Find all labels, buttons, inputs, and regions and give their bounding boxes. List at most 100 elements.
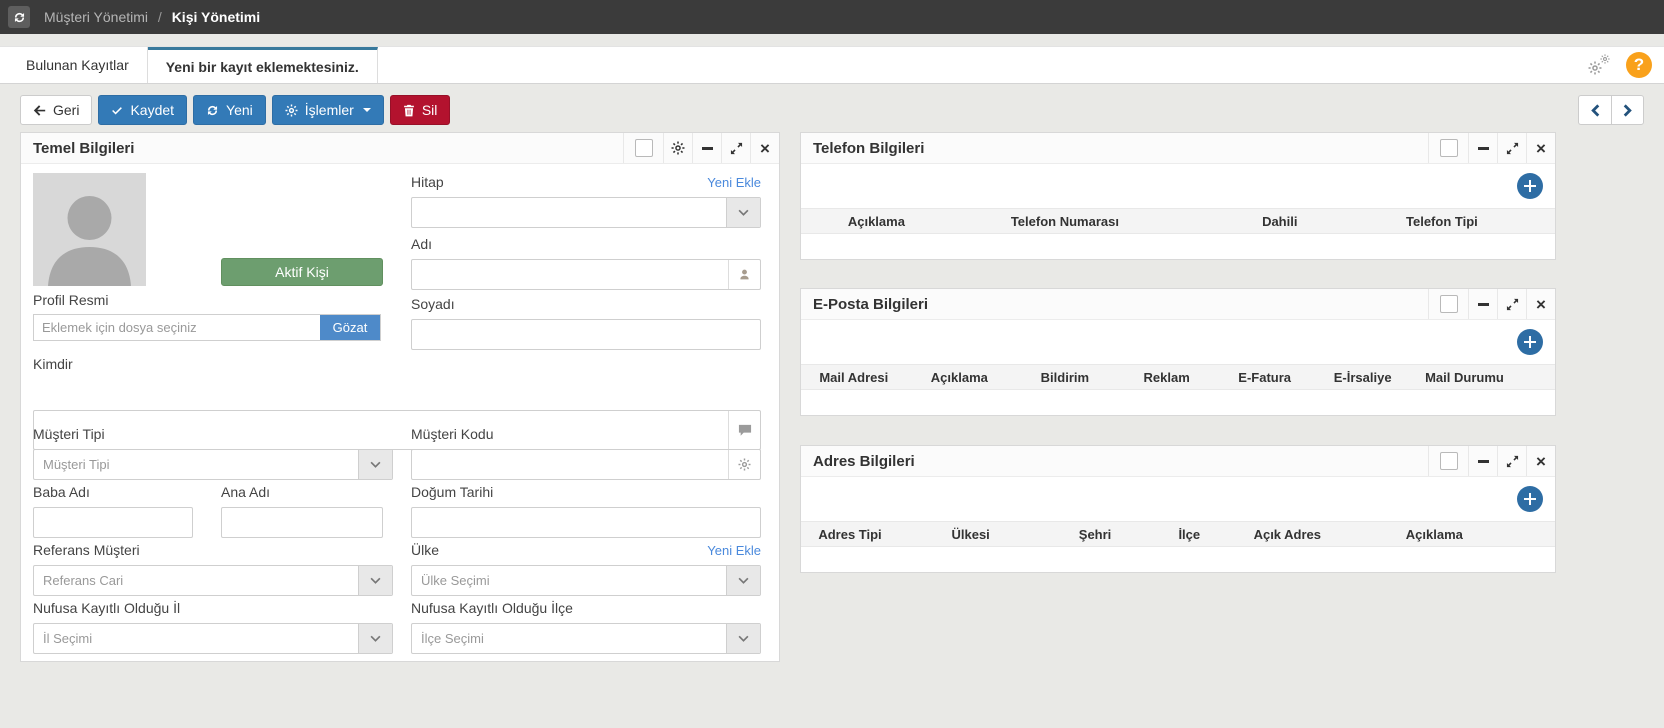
customer-type-field: Müşteri Tipi Müşteri Tipi: [33, 427, 393, 480]
panel-select-checkbox[interactable]: [1428, 133, 1468, 163]
column-header: Açıklama: [1344, 527, 1525, 542]
tab-new-record-label: Yeni bir kayıt eklemektesiniz.: [166, 59, 359, 75]
previous-record-button[interactable]: [1578, 95, 1611, 125]
mother-name-field: Ana Adı: [221, 485, 383, 538]
customer-type-placeholder: Müşteri Tipi: [34, 457, 109, 472]
delete-button[interactable]: Sil: [390, 95, 451, 125]
province-placeholder: İl Seçimi: [34, 631, 92, 646]
toolbar: Geri Kaydet Yeni İşlemler Sil: [20, 95, 450, 125]
reference-customer-label: Referans Müşteri: [33, 543, 393, 558]
active-person-button[interactable]: Aktif Kişi: [221, 258, 383, 286]
panel-close-button[interactable]: ×: [1526, 446, 1555, 476]
customer-code-input[interactable]: [412, 450, 760, 479]
column-header: Telefon Tipi: [1382, 214, 1503, 229]
add-email-button[interactable]: [1517, 329, 1543, 355]
last-name-input[interactable]: [412, 320, 760, 349]
panel-collapse-button[interactable]: [1468, 133, 1497, 163]
panel-expand-button[interactable]: [1497, 133, 1526, 163]
panel-expand-button[interactable]: [721, 133, 750, 163]
delete-button-label: Sil: [422, 102, 438, 118]
panel-settings-button[interactable]: [663, 133, 692, 163]
arrow-left-icon: [33, 104, 46, 117]
registered-district-select[interactable]: İlçe Seçimi: [411, 623, 761, 654]
close-icon: ×: [1536, 453, 1546, 470]
registered-district-field: Nufusa Kayıtlı Olduğu İlçe İlçe Seçimi: [411, 601, 761, 654]
actions-dropdown-button[interactable]: İşlemler: [272, 95, 384, 125]
save-button[interactable]: Kaydet: [98, 95, 187, 125]
add-phone-button[interactable]: [1517, 173, 1543, 199]
birth-date-input[interactable]: [412, 508, 760, 537]
help-icon[interactable]: ?: [1626, 52, 1652, 78]
address-info-panel: Adres Bilgileri × Adres Tipi Ülkesi Şehr…: [800, 445, 1556, 573]
check-icon: [111, 104, 123, 116]
mother-name-input[interactable]: [222, 508, 382, 537]
district-placeholder: İlçe Seçimi: [412, 631, 484, 646]
new-button[interactable]: Yeni: [193, 95, 266, 125]
tab-new-record[interactable]: Yeni bir kayıt eklemektesiniz.: [148, 47, 378, 83]
father-name-input[interactable]: [34, 508, 192, 537]
expand-icon: [1506, 455, 1519, 468]
first-name-input-wrap: [411, 259, 761, 290]
expand-icon: [730, 142, 743, 155]
next-record-button[interactable]: [1611, 95, 1644, 125]
address-panel-tools: ×: [1428, 446, 1555, 476]
email-info-panel: E-Posta Bilgileri × Mail Adresi Açıklama…: [800, 288, 1556, 416]
checkbox-icon: [1440, 452, 1458, 470]
plus-icon: [1524, 180, 1536, 192]
panel-expand-button[interactable]: [1497, 446, 1526, 476]
settings-gears-icon[interactable]: [1588, 54, 1612, 76]
chevron-down-icon: [358, 566, 392, 595]
breadcrumb-module[interactable]: Müşteri Yönetimi: [44, 9, 148, 25]
column-header: E-Fatura: [1216, 370, 1314, 385]
back-button[interactable]: Geri: [20, 95, 92, 125]
panel-collapse-button[interactable]: [692, 133, 721, 163]
breadcrumb-separator: /: [158, 9, 162, 25]
tab-strip: Bulunan Kayıtlar Yeni bir kayıt eklemekt…: [0, 46, 1664, 84]
panel-close-button[interactable]: ×: [1526, 289, 1555, 319]
expand-icon: [1506, 142, 1519, 155]
panel-collapse-button[interactable]: [1468, 446, 1497, 476]
actions-button-label: İşlemler: [305, 102, 354, 118]
registered-province-field: Nufusa Kayıtlı Olduğu İl İl Seçimi: [33, 601, 393, 654]
chevron-down-icon: [726, 566, 760, 595]
panel-select-checkbox[interactable]: [623, 133, 663, 163]
app-window: Müşteri Yönetimi / Kişi Yönetimi Bulunan…: [0, 0, 1664, 728]
father-name-field: Baba Adı: [33, 485, 193, 538]
expand-icon: [1506, 298, 1519, 311]
email-panel-tools: ×: [1428, 289, 1555, 319]
close-icon: ×: [1536, 296, 1546, 313]
panel-select-checkbox[interactable]: [1428, 446, 1468, 476]
basic-panel-tools: ×: [623, 133, 779, 163]
chevron-down-icon: [726, 198, 760, 227]
refresh-icon[interactable]: [8, 6, 30, 28]
breadcrumb: Müşteri Yönetimi / Kişi Yönetimi: [44, 9, 260, 25]
browse-button[interactable]: Gözat: [320, 315, 380, 340]
phone-panel-header: Telefon Bilgileri ×: [801, 133, 1555, 164]
customer-code-field: Müşteri Kodu: [411, 427, 761, 480]
panel-expand-button[interactable]: [1497, 289, 1526, 319]
panel-select-checkbox[interactable]: [1428, 289, 1468, 319]
registered-province-select[interactable]: İl Seçimi: [33, 623, 393, 654]
phone-panel-title: Telefon Bilgileri: [801, 140, 924, 157]
trash-icon: [403, 104, 415, 117]
column-header: Açıklama: [801, 214, 952, 229]
tab-found-records[interactable]: Bulunan Kayıtlar: [8, 47, 148, 83]
salutation-add-new-link[interactable]: Yeni Ekle: [707, 175, 761, 190]
column-header: Açıklama: [907, 370, 1013, 385]
panel-close-button[interactable]: ×: [1526, 133, 1555, 163]
country-field: Ülke Yeni Ekle Ülke Seçimi: [411, 543, 761, 596]
panel-collapse-button[interactable]: [1468, 289, 1497, 319]
father-name-label: Baba Adı: [33, 485, 193, 500]
salutation-select[interactable]: [411, 197, 761, 228]
country-select[interactable]: Ülke Seçimi: [411, 565, 761, 596]
profile-image-file-input[interactable]: Eklemek için dosya seçiniz Gözat: [33, 314, 381, 341]
country-add-new-link[interactable]: Yeni Ekle: [707, 543, 761, 558]
customer-type-select[interactable]: Müşteri Tipi: [33, 449, 393, 480]
add-address-button[interactable]: [1517, 486, 1543, 512]
first-name-input[interactable]: [412, 260, 760, 289]
mother-name-label: Ana Adı: [221, 485, 383, 500]
reference-customer-select[interactable]: Referans Cari: [33, 565, 393, 596]
email-table-header: Mail Adresi Açıklama Bildirim Reklam E-F…: [801, 364, 1555, 390]
panel-close-button[interactable]: ×: [750, 133, 779, 163]
email-panel-title: E-Posta Bilgileri: [801, 296, 928, 313]
